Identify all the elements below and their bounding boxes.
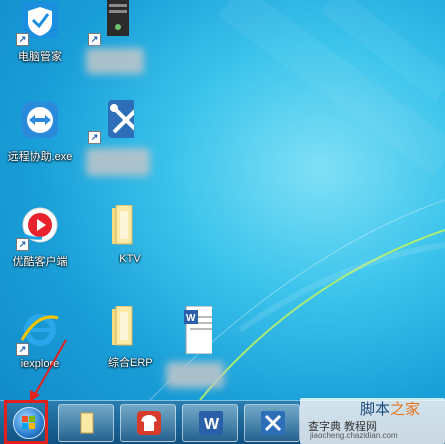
- taskbar-shirt-app-button[interactable]: [120, 404, 176, 442]
- start-button[interactable]: [4, 400, 48, 444]
- watermark: 脚本之家 查字典 教程网 jiaocheng.chazidian.com: [300, 398, 445, 444]
- desktop: ↗ 电脑管家 远程协助.exe ↗ 优酷客户端 ↗ iexplore ↗ ↗ K…: [0, 0, 445, 444]
- watermark-url: jiaocheng.chazidian.com: [310, 431, 398, 440]
- taskbar-explorer-button[interactable]: [58, 404, 114, 442]
- tools-icon: [261, 411, 285, 435]
- taskbar-word-button[interactable]: W: [182, 404, 238, 442]
- windows-logo-icon: [13, 407, 45, 439]
- watermark-title: 脚本之家: [360, 401, 421, 418]
- taskbar-tools-button[interactable]: [244, 404, 300, 442]
- word-icon: W: [199, 411, 223, 435]
- svg-text:W: W: [204, 416, 220, 433]
- folder-icon: [80, 412, 94, 434]
- annotation-arrow: [30, 339, 67, 402]
- tshirt-icon: [137, 411, 161, 435]
